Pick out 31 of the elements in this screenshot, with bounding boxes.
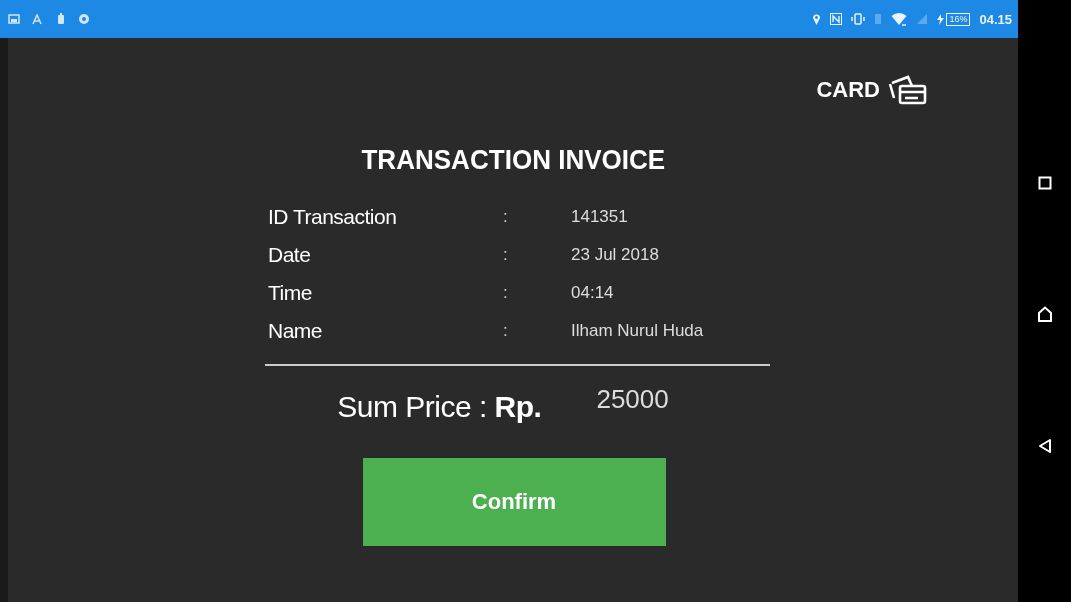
home-icon[interactable] [1036,306,1053,322]
font-icon [32,13,44,25]
charging-icon [937,13,945,25]
payment-method-label: CARD [816,77,880,103]
colon-separator: : [503,245,509,265]
nfc-icon [830,13,843,25]
colon-separator: : [503,321,509,341]
image-icon [8,13,20,25]
battery-level: 16% [946,12,971,26]
detail-label: Time [268,281,313,305]
detail-label: ID Transaction [268,205,398,229]
colon-separator: : [503,207,509,227]
detail-value: Ilham Nurul Huda [571,321,704,341]
sum-price-value: 25000 [596,384,669,415]
vibrate-icon [851,13,866,25]
wifi-icon [891,12,908,26]
signal-icon [916,13,929,25]
detail-value: 23 Jul 2018 [571,245,659,265]
invoice-title: TRANSACTION INVOICE [361,144,665,176]
recent-apps-icon[interactable] [1037,176,1052,190]
colon-separator: : [503,283,509,303]
back-icon[interactable] [1037,438,1052,454]
location-icon [812,13,822,25]
confirm-button[interactable]: Confirm [362,458,666,546]
sum-price-label: Sum Price : Rp. [337,389,542,424]
credit-card-icon [888,74,928,106]
detail-label: Date [268,243,312,267]
detail-value: 141351 [571,207,628,227]
detail-label: Name [268,319,324,343]
clock: 04.15 [979,11,1012,27]
detail-value: 04:14 [571,283,614,303]
